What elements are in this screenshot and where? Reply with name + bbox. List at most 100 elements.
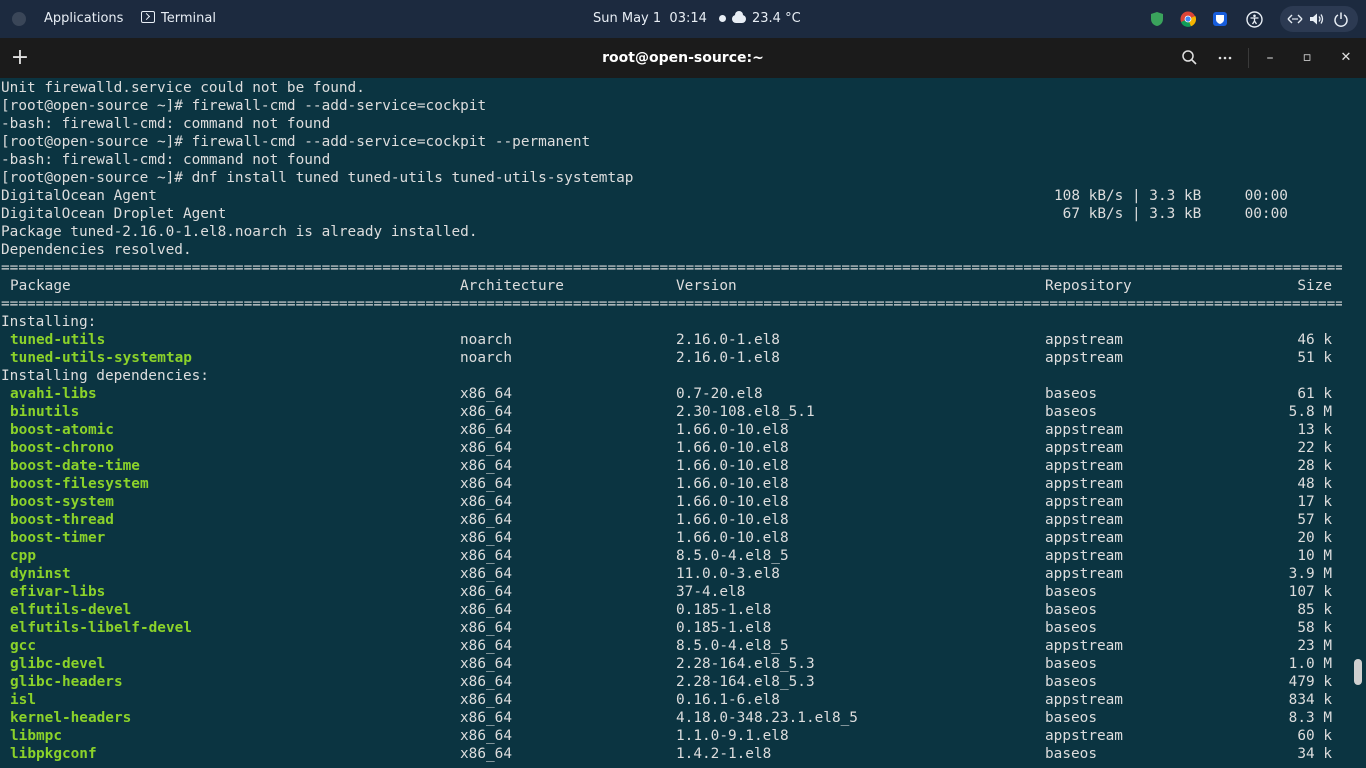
output-line: Unit firewalld.service could not be foun… [1, 80, 365, 96]
package-size: 479 k [1288, 674, 1332, 690]
system-menu[interactable] [1280, 6, 1358, 32]
section-installing: Installing: [1, 314, 97, 330]
close-button[interactable]: ✕ [1334, 46, 1358, 70]
package-repo: appstream [1045, 692, 1123, 708]
package-name: boost-system [10, 494, 114, 510]
applications-menu[interactable]: Applications [44, 0, 123, 38]
package-size: 23 M [1297, 638, 1332, 654]
repo-name: DigitalOcean Droplet Agent [1, 206, 227, 222]
package-name: boost-chrono [10, 440, 114, 456]
repo-line: DigitalOcean Agent 108 kB/s | 3.3 kB 00:… [0, 187, 1345, 205]
package-repo: baseos [1045, 620, 1097, 636]
package-arch: x86_64 [460, 674, 512, 690]
package-arch: x86_64 [460, 386, 512, 402]
table-row: elfutils-devel x86_64 0.185-1.el8 baseos 85 … [0, 601, 1345, 619]
package-name: boost-filesystem [10, 476, 149, 492]
accessibility-icon[interactable] [1246, 11, 1263, 28]
package-name: boost-atomic [10, 422, 114, 438]
package-arch: x86_64 [460, 476, 512, 492]
package-version: 0.185-1.el8 [676, 620, 772, 636]
new-tab-button[interactable]: + [8, 46, 32, 70]
package-arch: x86_64 [460, 746, 512, 762]
search-icon[interactable] [1178, 46, 1202, 70]
maximize-button[interactable]: ▫ [1295, 46, 1319, 70]
package-size: 8.3 M [1288, 710, 1332, 726]
package-size: 58 k [1297, 620, 1332, 636]
chrome-icon[interactable] [1180, 11, 1196, 27]
package-repo: appstream [1045, 728, 1123, 744]
minimize-button[interactable]: – [1258, 46, 1282, 70]
package-arch: x86_64 [460, 620, 512, 636]
window-title: root@open-source:~ [602, 50, 764, 66]
table-row: boost-system x86_64 1.66.0-10.el8 appstream… [0, 493, 1345, 511]
repo-name: DigitalOcean Agent [1, 188, 157, 204]
separator-line: ========================================… [1, 260, 1342, 276]
package-name: efivar-libs [10, 584, 106, 600]
package-name: libmpc [10, 728, 62, 744]
output-line: -bash: firewall-cmd: command not found [1, 116, 331, 132]
package-version: 1.66.0-10.el8 [676, 530, 789, 546]
repo-rate: 108 kB/s | 3.3 kB 00:00 [1054, 188, 1288, 204]
package-version: 37-4.el8 [676, 584, 746, 600]
table-row: boost-thread x86_64 1.66.0-10.el8 appstream… [0, 511, 1345, 529]
header-package: Package [10, 278, 71, 294]
package-repo: baseos [1045, 584, 1097, 600]
package-name: glibc-headers [10, 674, 123, 690]
terminal-output[interactable]: Unit firewalld.service could not be foun… [0, 78, 1366, 768]
package-size: 107 k [1288, 584, 1332, 600]
terminal-app-menu[interactable]: Terminal [141, 0, 216, 38]
prompt-line: [root@open-source ~]# dnf install tuned … [1, 170, 634, 186]
prompt-line: [root@open-source ~]# firewall-cmd --add… [1, 98, 487, 114]
package-repo: baseos [1045, 386, 1097, 402]
package-repo: appstream [1045, 548, 1123, 564]
table-row: dyninst x86_64 11.0.0-3.el8 appstream 3.9 M [0, 565, 1345, 583]
package-repo: baseos [1045, 746, 1097, 762]
package-repo: baseos [1045, 404, 1097, 420]
package-name: boost-date-time [10, 458, 140, 474]
repo-rate: 67 kB/s | 3.3 kB 00:00 [1054, 206, 1288, 222]
package-version: 1.66.0-10.el8 [676, 440, 789, 456]
package-size: 61 k [1297, 386, 1332, 402]
table-row: tuned-utils noarch 2.16.0-1.el8 appstream 46… [0, 331, 1345, 349]
package-size: 22 k [1297, 440, 1332, 456]
package-size: 57 k [1297, 512, 1332, 528]
package-version: 0.16.1-6.el8 [676, 692, 780, 708]
package-version: 2.28-164.el8_5.3 [676, 674, 815, 690]
package-arch: x86_64 [460, 584, 512, 600]
package-repo: appstream [1045, 638, 1123, 654]
package-version: 1.4.2-1.el8 [676, 746, 772, 762]
scrollbar-thumb[interactable] [1354, 659, 1362, 685]
table-row: libmpc x86_64 1.1.0-9.1.el8 appstream 60 k [0, 727, 1345, 745]
section-dependencies: Installing dependencies: [1, 368, 209, 384]
package-repo: appstream [1045, 332, 1123, 348]
table-row: elfutils-libelf-devel x86_64 0.185-1.el8 ba… [0, 619, 1345, 637]
package-arch: noarch [460, 350, 512, 366]
separator-line: ========================================… [1, 296, 1342, 312]
package-arch: x86_64 [460, 422, 512, 438]
package-name: boost-thread [10, 512, 114, 528]
package-arch: x86_64 [460, 404, 512, 420]
package-size: 85 k [1297, 602, 1332, 618]
bitwarden-icon[interactable] [1212, 11, 1228, 27]
table-row: boost-chrono x86_64 1.66.0-10.el8 appstream… [0, 439, 1345, 457]
package-name: cpp [10, 548, 36, 564]
package-repo: baseos [1045, 674, 1097, 690]
weather-widget[interactable]: 23.4 °C [732, 0, 801, 38]
package-repo: appstream [1045, 476, 1123, 492]
cloud-icon [732, 10, 746, 23]
package-name: boost-timer [10, 530, 106, 546]
kebab-menu-icon[interactable] [1213, 46, 1237, 70]
table-row: glibc-devel x86_64 2.28-164.el8_5.3 baseos 1… [0, 655, 1345, 673]
clock[interactable]: Sun May 1 03:14 [593, 0, 734, 38]
shield-icon[interactable] [1149, 11, 1165, 27]
package-arch: x86_64 [460, 530, 512, 546]
package-size: 48 k [1297, 476, 1332, 492]
package-version: 8.5.0-4.el8_5 [676, 548, 789, 564]
package-version: 1.66.0-10.el8 [676, 494, 789, 510]
status-line: Dependencies resolved. [1, 242, 192, 258]
table-row: cpp x86_64 8.5.0-4.el8_5 appstream 10 M [0, 547, 1345, 565]
table-row: boost-atomic x86_64 1.66.0-10.el8 appstream… [0, 421, 1345, 439]
activities-icon[interactable] [12, 12, 26, 26]
package-size: 834 k [1288, 692, 1332, 708]
package-name: libpkgconf [10, 746, 97, 762]
